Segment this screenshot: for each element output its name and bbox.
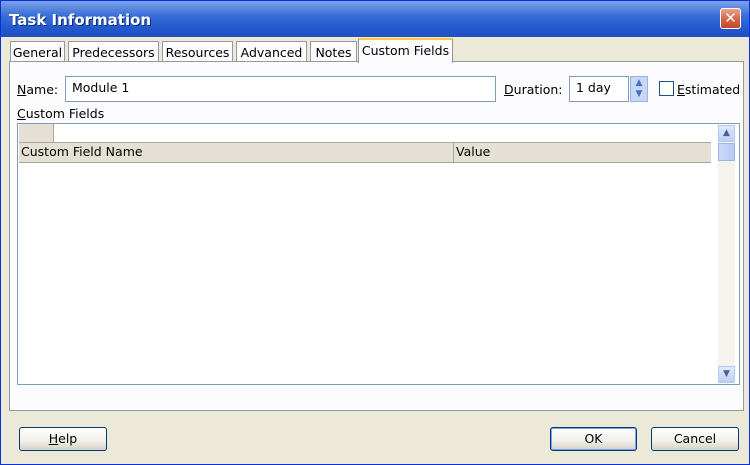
task-information-dialog: Task Information ✕ General Predecessors … bbox=[0, 0, 750, 465]
duration-label: Duration: bbox=[504, 82, 563, 97]
tab-label: Predecessors bbox=[72, 45, 155, 60]
tab-resources[interactable]: Resources bbox=[162, 41, 233, 62]
title-bar[interactable]: Task Information ✕ bbox=[1, 1, 749, 37]
tab-general[interactable]: General bbox=[10, 41, 65, 62]
column-header-custom-field-name[interactable]: Custom Field Name bbox=[19, 144, 453, 161]
grid-header-row: Custom Field Name Value bbox=[19, 142, 711, 163]
grid-corner-cell bbox=[19, 124, 54, 142]
close-icon: ✕ bbox=[724, 9, 737, 27]
ok-button[interactable]: OK bbox=[550, 427, 637, 451]
close-button[interactable]: ✕ bbox=[720, 8, 741, 29]
name-field[interactable]: Module 1 bbox=[65, 76, 496, 102]
scroll-up-icon[interactable]: ▲ bbox=[718, 125, 735, 142]
tab-custom-fields[interactable]: Custom Fields bbox=[358, 38, 453, 63]
grid-vertical-scrollbar[interactable]: ▲ ▼ bbox=[718, 125, 735, 383]
help-button[interactable]: Help bbox=[19, 427, 107, 451]
tab-predecessors[interactable]: Predecessors bbox=[68, 41, 159, 62]
tab-label: Advanced bbox=[240, 45, 303, 60]
tab-advanced[interactable]: Advanced bbox=[236, 41, 307, 62]
dialog-body: General Predecessors Resources Advanced … bbox=[4, 37, 746, 461]
scroll-thumb[interactable] bbox=[718, 143, 735, 161]
tab-label: Resources bbox=[165, 45, 230, 60]
tab-label: Notes bbox=[315, 45, 352, 60]
cancel-button[interactable]: Cancel bbox=[651, 427, 739, 451]
duration-stepper[interactable]: ▲ ▼ bbox=[630, 76, 648, 102]
duration-field[interactable]: 1 day bbox=[569, 76, 629, 102]
tab-notes[interactable]: Notes bbox=[310, 41, 357, 62]
spin-down-icon[interactable]: ▼ bbox=[634, 89, 644, 100]
dialog-title: Task Information bbox=[9, 11, 152, 29]
estimated-checkbox[interactable] bbox=[659, 81, 674, 96]
tab-label: General bbox=[12, 45, 63, 60]
custom-fields-grid[interactable]: Custom Field Name Value ▲ ▼ bbox=[17, 123, 740, 385]
custom-fields-panel: Name: Module 1 Duration: 1 day ▲ ▼ Estim… bbox=[9, 61, 744, 411]
scroll-down-icon[interactable]: ▼ bbox=[718, 366, 735, 383]
spin-up-icon[interactable]: ▲ bbox=[634, 78, 644, 89]
tab-label: Custom Fields bbox=[361, 43, 450, 58]
name-label: Name: bbox=[17, 82, 59, 97]
estimated-label[interactable]: Estimated bbox=[677, 82, 740, 97]
column-header-value[interactable]: Value bbox=[454, 144, 704, 161]
custom-fields-label: Custom Fields bbox=[17, 106, 105, 121]
